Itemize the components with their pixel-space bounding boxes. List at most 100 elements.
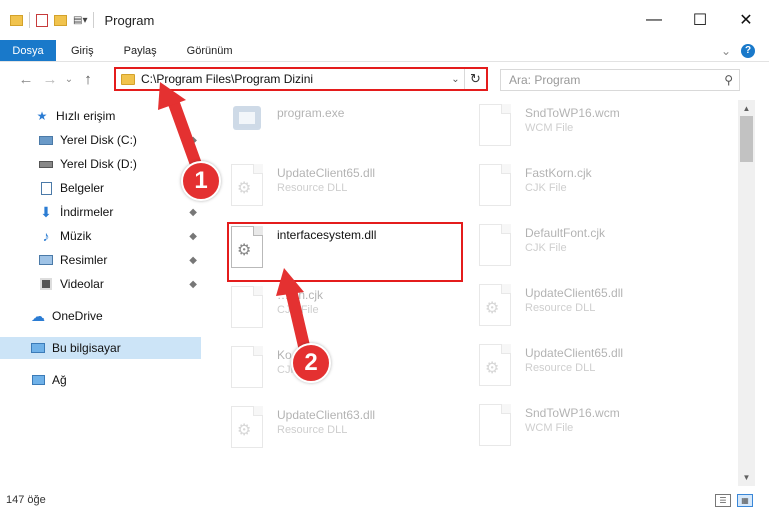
sidebar-item-pictures[interactable]: Resimler ◆ <box>0 249 201 271</box>
tab-view[interactable]: Görünüm <box>172 40 248 61</box>
refresh-button[interactable]: ↻ <box>464 69 486 89</box>
title-bar: ▤▾ Program — ☐ ✕ <box>0 0 769 40</box>
dll-file-icon: ⚙ <box>227 162 267 210</box>
document-file-icon <box>227 284 267 332</box>
document-file-icon <box>475 402 515 450</box>
sidebar-item-label: Resimler <box>60 253 108 267</box>
sidebar-item-documents[interactable]: Belgeler ◆ <box>0 177 201 199</box>
help-icon[interactable]: ? <box>741 43 755 58</box>
computer-icon <box>30 341 46 355</box>
list-item[interactable]: ⚙ UpdateClient63.dll Resource DLL <box>227 404 467 456</box>
tab-share[interactable]: Paylaş <box>109 40 172 61</box>
documents-icon <box>38 181 54 195</box>
pin-icon[interactable]: ◆ <box>189 231 197 242</box>
file-type: WCM File <box>525 122 574 134</box>
file-name: FastKorn.cjk <box>525 166 592 180</box>
scroll-thumb[interactable] <box>740 116 753 162</box>
dll-file-icon: ⚙ <box>227 404 267 452</box>
sidebar-item-local-disk-d[interactable]: Yerel Disk (D:) <box>0 153 201 175</box>
sidebar-item-label: Yerel Disk (C:) <box>60 133 137 147</box>
sidebar-item-music[interactable]: ♪ Müzik ◆ <box>0 225 201 247</box>
list-item[interactable]: SndToWP16.wcm WCM File <box>475 102 715 154</box>
large-icons-view-icon[interactable]: ▦ <box>737 494 753 507</box>
pictures-icon <box>38 253 54 267</box>
tab-home[interactable]: Giriş <box>56 40 109 61</box>
forward-button[interactable]: → <box>38 67 62 91</box>
sidebar-item-videos[interactable]: Videolar ◆ <box>0 273 201 295</box>
file-name: UpdateClient65.dll <box>525 346 624 360</box>
document-file-icon <box>475 222 515 270</box>
list-item[interactable]: ⚙ UpdateClient65.dll Resource DLL <box>227 162 467 214</box>
sidebar-item-this-pc[interactable]: Bu bilgisayar <box>0 337 201 359</box>
file-name: SndToWP16.wcm <box>525 406 620 420</box>
sidebar-item-label: Hızlı erişim <box>56 109 116 123</box>
search-placeholder: Ara: Program <box>509 73 581 87</box>
pin-icon[interactable]: ◆ <box>189 255 197 266</box>
ribbon-tabs: Dosya Giriş Paylaş Görünüm ⌄ ? <box>0 40 769 62</box>
sidebar-item-label: İndirmeler <box>60 205 114 219</box>
expand-ribbon-icon[interactable]: ⌄ <box>721 44 731 58</box>
sidebar-item-onedrive[interactable]: ☁ OneDrive <box>0 305 201 327</box>
file-type: Resource DLL <box>525 362 596 374</box>
pin-icon[interactable]: ◆ <box>189 135 197 146</box>
sidebar-item-label: Ağ <box>52 373 67 387</box>
toolbar-separator <box>93 12 95 28</box>
folder-icon <box>10 14 23 26</box>
pin-icon[interactable]: ◆ <box>189 279 197 290</box>
list-item[interactable]: …ion.cjk CJK File <box>227 284 467 336</box>
sidebar-item-downloads[interactable]: ⬇ İndirmeler ◆ <box>0 201 201 223</box>
minimize-button[interactable]: — <box>631 0 677 40</box>
list-item[interactable]: program.exe <box>227 102 467 154</box>
close-button[interactable]: ✕ <box>723 0 769 40</box>
file-name: program.exe <box>277 106 345 120</box>
customize-toolbar-icon[interactable]: ▤▾ <box>73 15 87 26</box>
scroll-up-button[interactable]: ▲ <box>738 100 755 117</box>
scroll-down-button[interactable]: ▼ <box>738 469 755 486</box>
maximize-button[interactable]: ☐ <box>677 0 723 40</box>
vertical-scrollbar[interactable]: ▲ ▼ <box>738 100 755 486</box>
file-type: CJK File <box>525 182 567 194</box>
search-box[interactable]: Ara: Program ⚲ <box>500 69 740 91</box>
item-count: 147 öğe <box>6 494 46 506</box>
list-item[interactable]: ⚙ UpdateClient65.dll Resource DLL <box>475 282 715 334</box>
recent-locations-dropdown[interactable]: ⌄ <box>62 67 76 91</box>
tab-file[interactable]: Dosya <box>0 40 56 61</box>
address-bar[interactable]: C:\Program Files\Program Dizini ⌄ ↻ <box>114 67 488 91</box>
document-file-icon <box>475 162 515 210</box>
file-type: WCM File <box>525 422 574 434</box>
dll-file-icon: ⚙ <box>475 342 515 390</box>
details-view-icon[interactable]: ☰ <box>715 494 731 507</box>
drive-icon <box>38 133 54 147</box>
address-path[interactable]: C:\Program Files\Program Dizini <box>141 72 446 86</box>
sidebar-item-local-disk-c[interactable]: Yerel Disk (C:) ◆ <box>0 129 201 151</box>
up-button[interactable]: ↑ <box>76 67 100 91</box>
toolbar-separator <box>29 12 30 28</box>
file-type: CJK File <box>277 304 319 316</box>
drive-icon <box>38 157 54 171</box>
navigation-bar: ← → ⌄ ↑ C:\Program Files\Program Dizini … <box>0 62 769 96</box>
list-item[interactable]: FastKorn.cjk CJK File <box>475 162 715 214</box>
file-type: Resource DLL <box>277 424 348 436</box>
list-item[interactable]: DefaultFont.cjk CJK File <box>475 222 715 274</box>
callout-step-1: 1 <box>181 161 221 201</box>
back-button[interactable]: ← <box>14 67 38 91</box>
properties-icon[interactable] <box>36 13 48 27</box>
list-item[interactable]: ⚙ UpdateClient65.dll Resource DLL <box>475 342 715 394</box>
new-folder-icon[interactable] <box>54 14 67 26</box>
music-icon: ♪ <box>42 228 50 244</box>
pin-icon[interactable]: ◆ <box>189 207 197 218</box>
sidebar-item-quick-access[interactable]: ★ Hızlı erişim <box>0 105 201 127</box>
sidebar-item-network[interactable]: Ağ <box>0 369 201 391</box>
status-bar: 147 öğe ☰ ▦ <box>0 486 769 528</box>
search-icon: ⚲ <box>724 73 733 87</box>
file-name: UpdateClient65.dll <box>277 166 376 180</box>
address-dropdown-icon[interactable]: ⌄ <box>446 73 464 85</box>
document-file-icon <box>227 344 267 392</box>
file-highlight-box <box>227 222 463 282</box>
list-item[interactable]: Ko…kCJK File <box>227 344 467 396</box>
callout-step-2: 2 <box>291 343 331 383</box>
window-controls: — ☐ ✕ <box>631 0 769 40</box>
list-item[interactable]: SndToWP16.wcm WCM File <box>475 402 715 454</box>
star-icon: ★ <box>36 109 48 123</box>
quick-access-toolbar: ▤▾ <box>0 0 95 40</box>
